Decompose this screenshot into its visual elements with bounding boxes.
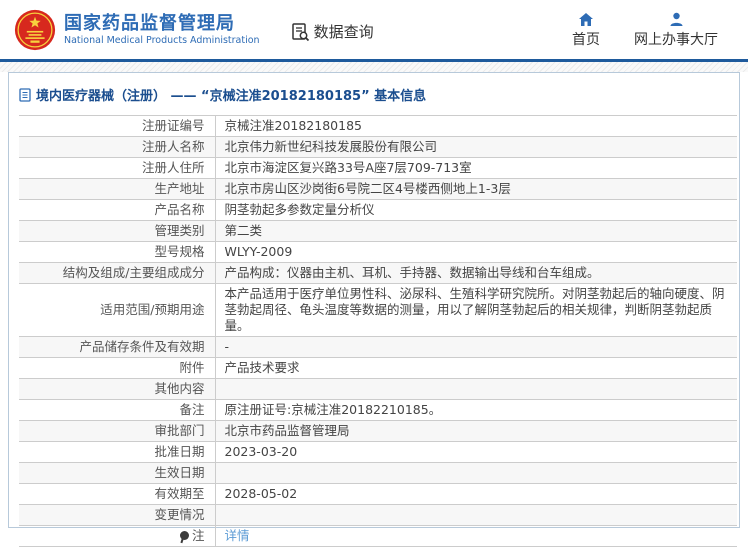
table-row: 产品储存条件及有效期 - — [19, 336, 737, 358]
org-name-zh: 国家药品监督管理局 — [64, 12, 235, 34]
table-row: 有效期至 2028-05-02 — [19, 483, 737, 505]
row-value: 本产品适用于医疗单位男性科、泌尿科、生殖科学研究院所。对阴茎勃起后的轴向硬度、阴… — [224, 286, 725, 333]
content-panel: 境内医疗器械（注册） —— “京械注准20182180185” 基本信息 注册证… — [8, 72, 740, 547]
note-icon — [179, 531, 189, 540]
row-label: 审批部门 — [19, 420, 216, 442]
table-row: 结构及组成/主要组成成分 产品构成：仪器由主机、耳机、手持器、数据输出导线和台车组… — [19, 262, 737, 284]
row-label: 适用范围/预期用途 — [19, 283, 216, 337]
row-label: 附件 — [19, 357, 216, 379]
header: 国家药品监督管理局 National Medical Products Admi… — [0, 0, 748, 62]
table-row: 变更情况 — [19, 504, 737, 526]
row-value — [215, 379, 737, 400]
row-label: 结构及组成/主要组成成分 — [19, 262, 216, 284]
nmpa-logo: 国家药品监督管理局 National Medical Products Admi… — [14, 9, 260, 51]
row-label: 其他内容 — [19, 378, 216, 400]
row-value — [215, 463, 737, 484]
row-value: 京械注准20182180185 — [224, 118, 362, 133]
row-value: 阴茎勃起多参数定量分析仪 — [224, 202, 375, 217]
info-table-body: 注册证编号 京械注准20182180185 注册人名称 北京伟力新世纪科技发展股份有限… — [19, 115, 737, 547]
row-value: - — [224, 339, 230, 354]
table-row: 注册人名称 北京伟力新世纪科技发展股份有限公司 — [19, 136, 737, 158]
document-icon — [19, 87, 31, 102]
table-row: 适用范围/预期用途 本产品适用于医疗单位男性科、泌尿科、生殖科学研究院所。对阴茎勃… — [19, 283, 737, 337]
row-value: WLYY-2009 — [224, 244, 293, 259]
nav-home-label: 首页 — [572, 32, 600, 48]
row-value: 2023-03-20 — [224, 444, 298, 459]
org-name-en: National Medical Products Administration — [64, 34, 260, 46]
row-label: 注册人名称 — [19, 136, 216, 158]
row-value: 北京市海淀区复兴路33号A座7层709-713室 — [224, 160, 472, 175]
row-value: 北京市药品监督管理局 — [224, 423, 350, 438]
data-query-label: 数据查询 — [313, 23, 374, 41]
nav-online-hall[interactable]: 网上办事大厅 — [634, 12, 718, 49]
row-label: 型号规格 — [19, 241, 216, 263]
national-emblem-icon — [14, 9, 56, 50]
home-icon — [579, 13, 593, 26]
row-label: 备注 — [19, 399, 216, 421]
nav-data-query[interactable]: 数据查询 — [290, 21, 374, 42]
table-row: 型号规格 WLYY-2009 — [19, 241, 737, 263]
row-label: 批准日期 — [19, 441, 216, 463]
row-label: 产品名称 — [19, 199, 216, 221]
top-nav: 首页 网上办事大厅 — [572, 12, 718, 49]
data-query-icon — [291, 22, 309, 41]
row-value — [215, 505, 737, 526]
table-row: 注册人住所 北京市海淀区复兴路33号A座7层709-713室 — [19, 157, 737, 179]
row-label: 产品储存条件及有效期 — [19, 336, 216, 358]
page-title-text: 境内医疗器械（注册） —— “京械注准20182180185” 基本信息 — [36, 89, 427, 104]
row-value: 2028-05-02 — [224, 486, 298, 501]
row-value: 产品技术要求 — [224, 360, 300, 375]
row-label: 注 — [19, 525, 216, 547]
divider-band — [0, 62, 748, 72]
row-value: 第二类 — [224, 223, 263, 238]
table-row: 产品名称 阴茎勃起多参数定量分析仪 — [19, 199, 737, 221]
row-value: 北京伟力新世纪科技发展股份有限公司 — [224, 139, 438, 154]
row-value: 原注册证号:京械注准20182210185。 — [224, 402, 442, 417]
table-row: 批准日期 2023-03-20 — [19, 441, 737, 463]
row-value: 详情 — [215, 526, 737, 547]
table-row: 生产地址 北京市房山区沙岗街6号院二区4号楼西侧地上1-3层 — [19, 178, 737, 200]
user-icon — [670, 12, 682, 26]
row-value: 产品构成：仪器由主机、耳机、手持器、数据输出导线和台车组成。 — [224, 265, 600, 280]
logo-text: 国家药品监督管理局 National Medical Products Admi… — [64, 13, 260, 47]
info-table: 注册证编号 京械注准20182180185 注册人名称 北京伟力新世纪科技发展股份有限… — [19, 115, 737, 547]
table-row: 其他内容 — [19, 378, 737, 400]
row-label: 有效期至 — [19, 483, 216, 505]
table-row: 注册证编号 京械注准20182180185 — [19, 115, 737, 137]
table-row: 生效日期 — [19, 462, 737, 484]
row-label: 生产地址 — [19, 178, 216, 200]
page-title: 境内医疗器械（注册） —— “京械注准20182180185” 基本信息 — [9, 79, 739, 115]
table-row: 附件 产品技术要求 — [19, 357, 737, 379]
nav-hall-label: 网上办事大厅 — [634, 32, 718, 48]
detail-link[interactable]: 详情 — [225, 528, 250, 543]
nav-home[interactable]: 首页 — [572, 12, 600, 49]
table-row: 注详情 — [19, 525, 737, 547]
table-row: 管理类别 第二类 — [19, 220, 737, 242]
row-label: 变更情况 — [19, 504, 216, 526]
row-label: 注册人住所 — [19, 157, 216, 179]
row-label: 管理类别 — [19, 220, 216, 242]
table-row: 备注 原注册证号:京械注准20182210185。 — [19, 399, 737, 421]
row-value: 北京市房山区沙岗街6号院二区4号楼西侧地上1-3层 — [224, 181, 511, 196]
row-label: 生效日期 — [19, 462, 216, 484]
row-label: 注册证编号 — [19, 115, 216, 137]
table-row: 审批部门 北京市药品监督管理局 — [19, 420, 737, 442]
